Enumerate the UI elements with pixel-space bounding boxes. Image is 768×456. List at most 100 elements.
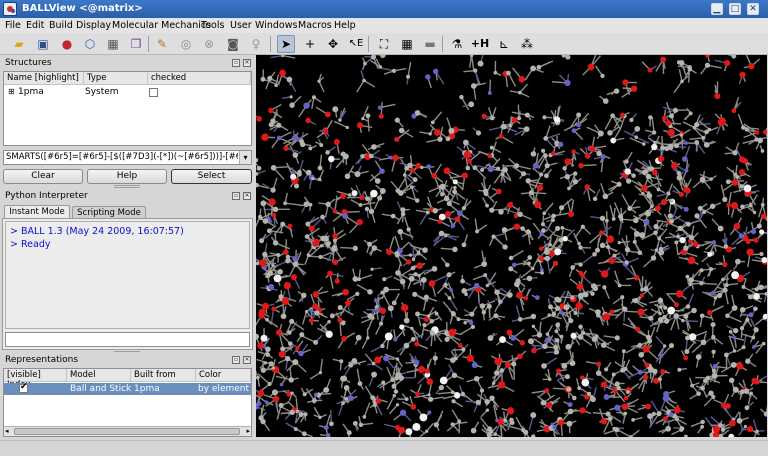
atom	[523, 295, 529, 301]
screenshot-icon[interactable]: ◙	[224, 35, 242, 53]
scroll-thumb[interactable]	[14, 428, 240, 435]
bond	[752, 419, 758, 432]
visible-checkbox[interactable]	[19, 382, 28, 393]
expand-icon[interactable]: ⊞	[8, 87, 15, 96]
atom	[263, 361, 268, 365]
representations-table[interactable]: [visible] Index Model Built from Color B…	[3, 368, 252, 437]
table-row[interactable]: Ball and Stick 1pma by element	[4, 382, 251, 395]
column-header[interactable]: Type	[84, 72, 148, 85]
column-header[interactable]: [visible] Index	[4, 369, 67, 390]
atom	[753, 237, 759, 243]
hexagon-icon[interactable]: ⬡	[81, 35, 99, 53]
move-icon[interactable]: ✥	[324, 35, 342, 53]
menu-display[interactable]: Display	[76, 20, 111, 31]
atom	[423, 316, 429, 323]
flask-icon[interactable]: ⚗	[448, 35, 466, 53]
target-icon[interactable]: ◎	[177, 35, 195, 53]
copy-icon[interactable]: ❐	[127, 35, 145, 53]
network-icon[interactable]: ⁂	[518, 35, 536, 53]
atom	[632, 240, 637, 244]
close-button[interactable]: ✕	[747, 3, 759, 15]
atom	[542, 211, 547, 216]
menu-file[interactable]: File	[5, 20, 21, 31]
atom	[393, 389, 399, 394]
camera-icon[interactable]: ▬	[421, 35, 439, 53]
scroll-left-icon[interactable]: ◂	[5, 427, 9, 435]
atom	[304, 234, 310, 239]
menu-help[interactable]: Help	[334, 20, 356, 31]
column-header[interactable]: checked	[148, 72, 251, 85]
column-header[interactable]: Name [highlight]	[4, 72, 84, 85]
atom	[501, 227, 508, 233]
atom	[279, 69, 286, 77]
atom	[639, 232, 646, 239]
color-cell: by element	[198, 384, 250, 394]
splitter-handle[interactable]	[114, 185, 140, 188]
close-icon[interactable]: ✕	[243, 356, 251, 364]
grid-icon[interactable]: ▦	[398, 35, 416, 53]
menu-build[interactable]: Build	[49, 20, 73, 31]
splitter-handle[interactable]	[114, 349, 140, 352]
atom	[272, 206, 279, 213]
atom	[356, 122, 364, 129]
select-button[interactable]: Select	[171, 169, 252, 184]
menu-user[interactable]: User	[230, 20, 252, 31]
plot-icon[interactable]: ⊾	[495, 35, 513, 53]
atom	[289, 318, 295, 325]
column-header[interactable]: Color	[196, 369, 251, 382]
column-header[interactable]: Model	[67, 369, 131, 382]
tab-instant-mode[interactable]: Instant Mode	[4, 205, 70, 218]
structure-edit-icon[interactable]: ▦	[104, 35, 122, 53]
bond	[517, 104, 520, 119]
save-icon[interactable]: ▣	[34, 35, 52, 53]
clear-button[interactable]: Clear	[3, 169, 83, 184]
close-icon[interactable]: ✕	[243, 59, 251, 67]
atom	[468, 101, 475, 108]
atom	[760, 149, 765, 153]
python-input[interactable]	[5, 332, 250, 347]
atom	[443, 282, 448, 287]
atom	[633, 275, 640, 281]
paint-icon[interactable]: ✎	[153, 35, 171, 53]
atom	[685, 304, 691, 309]
menu-windows[interactable]: Windows	[255, 20, 297, 31]
atom	[531, 347, 537, 354]
minimize-button[interactable]: ▁	[711, 3, 723, 15]
float-icon[interactable]: ▫	[232, 192, 240, 200]
atom	[379, 55, 386, 59]
select-cursor-icon[interactable]: ➤	[277, 35, 295, 53]
atom	[717, 225, 724, 232]
smarts-combobox[interactable]: SMARTS([#6r5]=[#6r5]-[$([#7D3](-[*])(~[#…	[3, 150, 252, 165]
molecular-viewer[interactable]	[256, 55, 767, 437]
close-icon[interactable]: ✕	[243, 192, 251, 200]
atoms-icon[interactable]: ●	[58, 35, 76, 53]
bulb-icon[interactable]: ♀	[247, 35, 265, 53]
column-header[interactable]: Built from	[131, 369, 196, 382]
window-title: BALLView <@matrix>	[22, 3, 143, 14]
horizontal-scrollbar[interactable]: ◂ ▸	[4, 426, 251, 436]
float-icon[interactable]: ▫	[232, 356, 240, 364]
edit-mode-icon[interactable]: ↖E	[347, 35, 365, 53]
stop-icon[interactable]: ⊗	[200, 35, 218, 53]
menu-molecular-mechanics[interactable]: Molecular Mechanics	[112, 20, 211, 31]
atom	[620, 295, 625, 300]
atom	[461, 172, 468, 179]
fit-view-icon[interactable]: ⛶	[375, 35, 393, 53]
atom	[352, 276, 359, 282]
table-row[interactable]: ⊞ 1pma System	[4, 86, 251, 99]
open-folder-icon[interactable]: ▰	[10, 35, 28, 53]
float-icon[interactable]: ▫	[232, 59, 240, 67]
add-hydrogens-icon[interactable]: +H	[471, 35, 489, 53]
crosshair-icon[interactable]: +	[301, 35, 319, 53]
atom	[448, 127, 455, 134]
help-button[interactable]: Help	[87, 169, 167, 184]
chevron-down-icon[interactable]: ▾	[239, 151, 251, 164]
checked-checkbox[interactable]	[149, 88, 158, 97]
structures-tree[interactable]: Name [highlight] Type checked ⊞ 1pma Sys…	[3, 71, 252, 146]
menu-edit[interactable]: Edit	[26, 20, 44, 31]
menu-tools[interactable]: Tools	[201, 20, 224, 31]
maximize-button[interactable]: □	[729, 3, 741, 15]
menu-macros[interactable]: Macros	[298, 20, 332, 31]
atom	[637, 308, 645, 316]
scroll-right-icon[interactable]: ▸	[246, 427, 250, 435]
